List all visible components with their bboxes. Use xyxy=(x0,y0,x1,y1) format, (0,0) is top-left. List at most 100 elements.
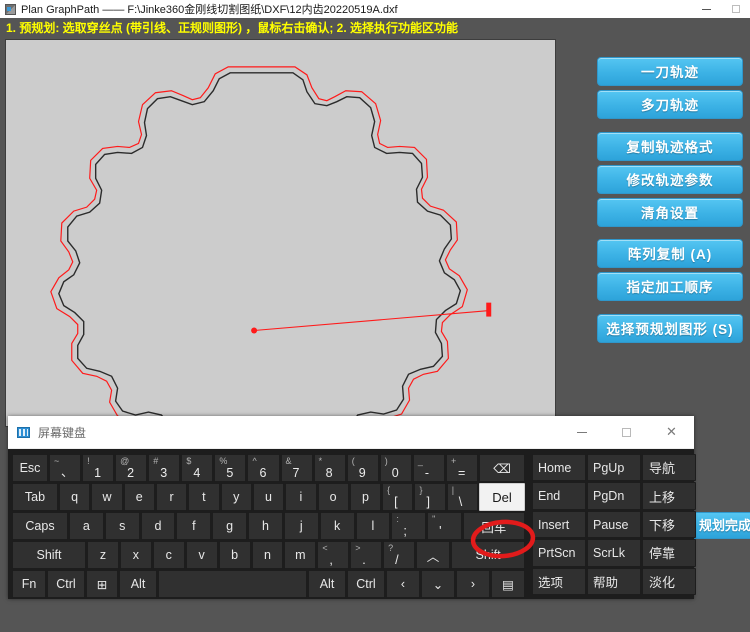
key-ctrl[interactable]: Ctrl xyxy=(47,570,85,598)
key-u[interactable]: u xyxy=(252,483,285,511)
key-s[interactable]: s xyxy=(104,512,140,540)
array-copy-button[interactable]: 阵列复制 (A) xyxy=(597,239,743,268)
navkey-停靠[interactable]: 停靠 xyxy=(642,539,696,567)
key-t[interactable]: t xyxy=(188,483,220,511)
select-preplanned-shape-button[interactable]: 选择预规划图形 (S) xyxy=(597,314,743,343)
key-.[interactable]: >. xyxy=(350,541,383,569)
key-回车[interactable]: 回车 xyxy=(462,512,525,540)
key-2[interactable]: @2 xyxy=(115,454,148,482)
key-,[interactable]: <, xyxy=(317,541,350,569)
key-、[interactable]: ~、 xyxy=(49,454,82,482)
key-▤[interactable]: ▤ xyxy=(491,570,525,598)
key-9[interactable]: (9 xyxy=(346,454,379,482)
key-4[interactable]: $4 xyxy=(181,454,214,482)
key-fn[interactable]: Fn xyxy=(12,570,46,598)
navkey-insert[interactable]: Insert xyxy=(532,510,586,539)
osk-minimize-button[interactable] xyxy=(559,416,604,449)
navkey-scrlk[interactable]: ScrLk xyxy=(587,539,641,567)
key-alt[interactable]: Alt xyxy=(308,570,346,598)
key-v[interactable]: v xyxy=(185,541,218,569)
key-r[interactable]: r xyxy=(155,483,188,511)
key-space[interactable] xyxy=(158,570,307,598)
key-⌫[interactable]: ⌫ xyxy=(479,454,526,482)
key-c[interactable]: c xyxy=(152,541,185,569)
navkey-pgup[interactable]: PgUp xyxy=(587,454,641,482)
key-p[interactable]: p xyxy=(349,483,382,511)
navkey-帮助[interactable]: 帮助 xyxy=(587,567,641,596)
key-︿[interactable]: ︿ xyxy=(416,541,451,569)
key-del[interactable]: Del xyxy=(479,483,526,511)
key-w[interactable]: w xyxy=(91,483,123,511)
number-row: Esc ~、! 1 @2 #3 $4% 5 ^ 6 & 7 * 8(9) 0 _ - + = ⌫ xyxy=(12,454,526,482)
minimize-button[interactable] xyxy=(692,0,721,18)
key-x[interactable]: x xyxy=(119,541,152,569)
key-h[interactable]: h xyxy=(248,512,283,540)
key-⊞[interactable]: ⊞ xyxy=(86,570,118,598)
key-y[interactable]: y xyxy=(220,483,252,511)
key-8[interactable]: * 8 xyxy=(313,454,346,482)
key-⌄[interactable]: ⌄ xyxy=(421,570,455,598)
key-/[interactable]: ? / xyxy=(383,541,416,569)
key-[[interactable]: {[ xyxy=(382,483,414,511)
key-ctrl[interactable]: Ctrl xyxy=(347,570,385,598)
key-shift[interactable]: Shift xyxy=(12,541,86,569)
navkey-home[interactable]: Home xyxy=(532,454,586,482)
key-shift[interactable]: Shift xyxy=(451,541,526,569)
set-machining-order-button[interactable]: 指定加工顺序 xyxy=(597,272,743,301)
key-g[interactable]: g xyxy=(212,512,248,540)
key-6[interactable]: ^ 6 xyxy=(247,454,280,482)
navkey-pause[interactable]: Pause xyxy=(587,510,641,539)
navkey-上移[interactable]: 上移 xyxy=(642,482,696,510)
multi-pass-path-button[interactable]: 多刀轨迹 xyxy=(597,90,743,119)
key-b[interactable]: b xyxy=(218,541,251,569)
corner-clear-settings-button[interactable]: 清角设置 xyxy=(597,198,743,227)
key-alt[interactable]: Alt xyxy=(119,570,157,598)
key-a[interactable]: a xyxy=(69,512,104,540)
key-0[interactable]: ) 0 xyxy=(379,454,412,482)
copy-path-format-button[interactable]: 复制轨迹格式 xyxy=(597,132,743,161)
key-1[interactable]: ! 1 xyxy=(82,454,115,482)
key-l[interactable]: l xyxy=(355,512,391,540)
navkey-导航[interactable]: 导航 xyxy=(642,454,696,482)
key-o[interactable]: o xyxy=(317,483,349,511)
key-][interactable]: }] xyxy=(414,483,446,511)
key-\[interactable]: | \ xyxy=(446,483,479,511)
navkey-prtscn[interactable]: PrtScn xyxy=(532,539,586,567)
key-q[interactable]: q xyxy=(59,483,91,511)
navkey-淡化[interactable]: 淡化 xyxy=(642,567,696,596)
single-pass-path-button[interactable]: 一刀轨迹 xyxy=(597,57,743,86)
key-n[interactable]: n xyxy=(251,541,284,569)
key-base-label: 4 xyxy=(193,466,201,480)
osk-maximize-button[interactable] xyxy=(604,416,649,449)
edit-path-params-button[interactable]: 修改轨迹参数 xyxy=(597,165,743,194)
navkey-end[interactable]: End xyxy=(532,482,586,510)
key-m[interactable]: m xyxy=(284,541,317,569)
key-k[interactable]: k xyxy=(319,512,355,540)
key-›[interactable]: › xyxy=(456,570,490,598)
key-tab[interactable]: Tab xyxy=(12,483,58,511)
key-f[interactable]: f xyxy=(176,512,212,540)
key-caps[interactable]: Caps xyxy=(12,512,68,540)
key-3[interactable]: #3 xyxy=(148,454,181,482)
osk-close-icon[interactable]: ✕ xyxy=(649,416,694,449)
key-e[interactable]: e xyxy=(123,483,155,511)
key-i[interactable]: i xyxy=(285,483,317,511)
key-7[interactable]: & 7 xyxy=(280,454,313,482)
navkey-下移[interactable]: 下移 xyxy=(642,510,696,539)
key-j[interactable]: j xyxy=(283,512,319,540)
key-shifted-label: : xyxy=(396,514,399,524)
key-;[interactable]: :; xyxy=(391,512,427,540)
key-=[interactable]: + = xyxy=(445,454,479,482)
navkey-选项[interactable]: 选项 xyxy=(532,567,586,596)
key-esc[interactable]: Esc xyxy=(12,454,48,482)
key-z[interactable]: z xyxy=(87,541,119,569)
key-5[interactable]: % 5 xyxy=(214,454,247,482)
drawing-canvas[interactable] xyxy=(5,39,556,427)
key--[interactable]: _ - xyxy=(412,454,445,482)
key-‹[interactable]: ‹ xyxy=(386,570,420,598)
key-d[interactable]: d xyxy=(140,512,176,540)
navkey-pgdn[interactable]: PgDn xyxy=(587,482,641,510)
maximize-button[interactable] xyxy=(721,0,750,18)
key-'[interactable]: " ' xyxy=(427,512,462,540)
key-shifted-label: _ xyxy=(417,456,423,466)
